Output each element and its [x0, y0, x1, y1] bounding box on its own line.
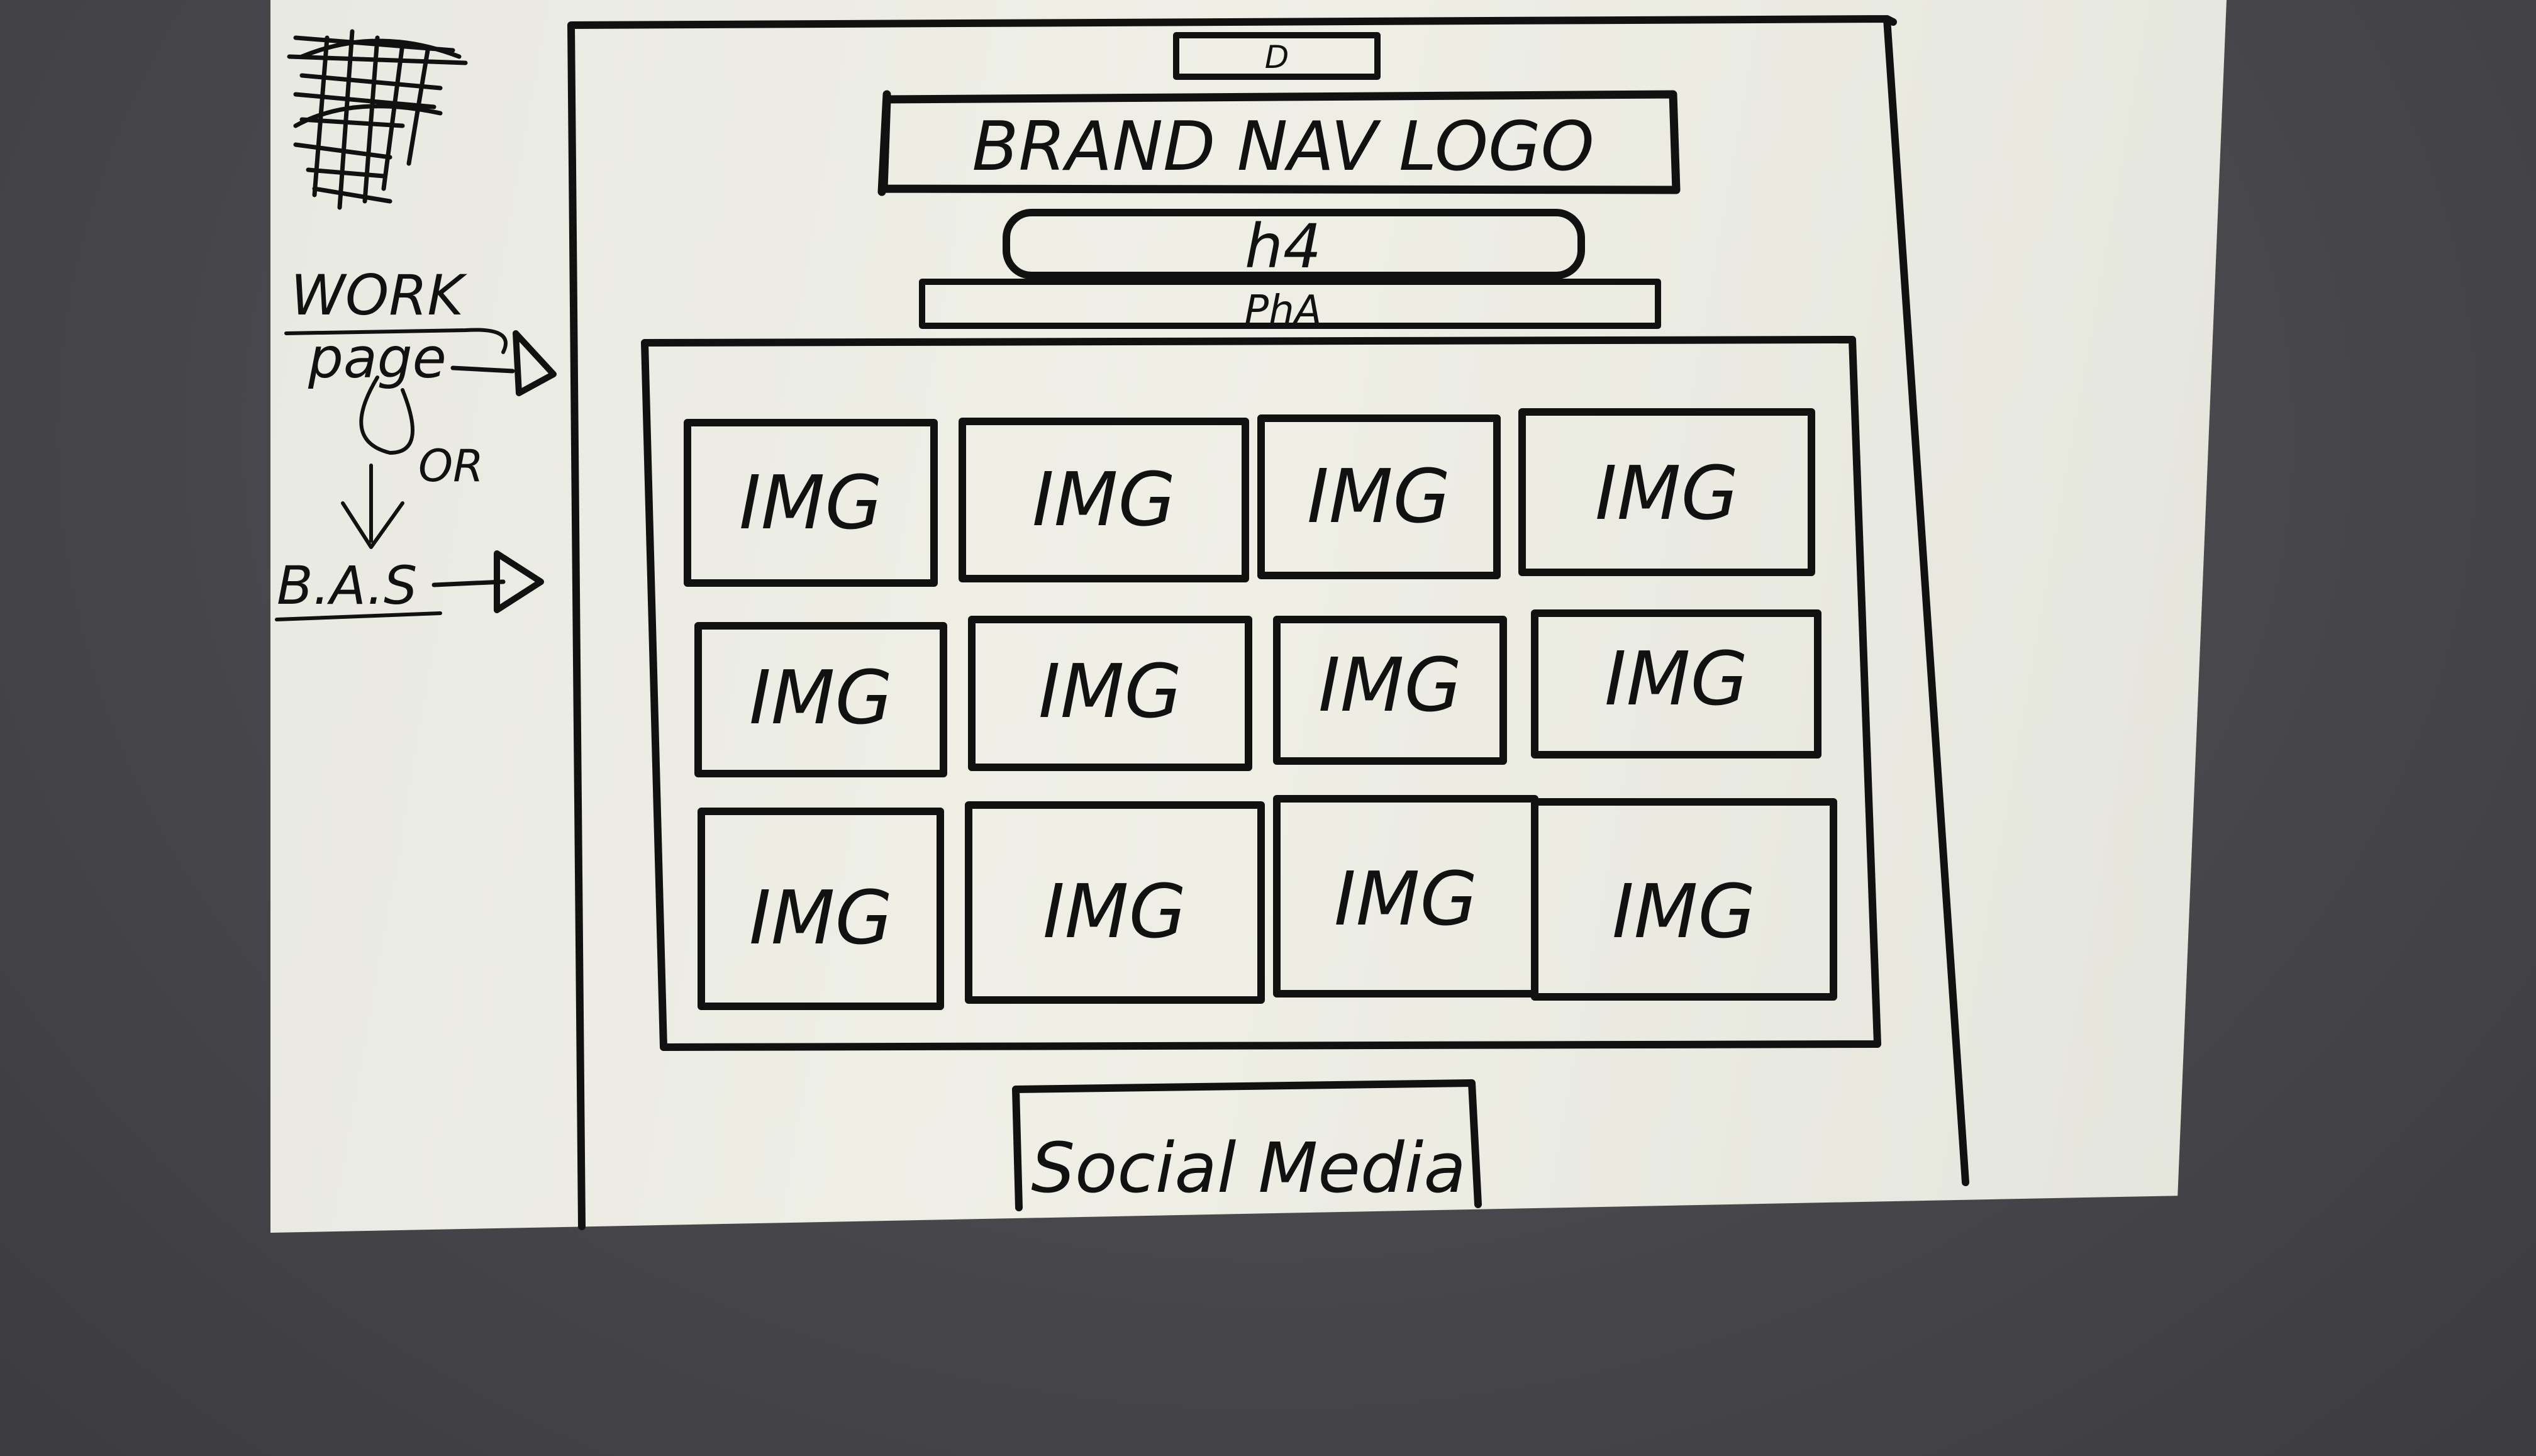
- image-tile-label: IMG: [1032, 456, 1176, 543]
- note-bas: B.A.S: [277, 555, 417, 616]
- wireframe-sketch: WORK page OR B.A.S D BRAND NAV LOGO h4 P…: [275, 15, 1969, 1230]
- top-small-box-label: D: [1265, 39, 1289, 75]
- image-tile-label: IMG: [749, 654, 893, 741]
- paragraph-label: PhA: [1245, 287, 1322, 334]
- side-notes: WORK page OR B.A.S: [275, 263, 557, 621]
- nav-label: BRAND NAV LOGO: [972, 108, 1594, 186]
- footer-label: Social Media: [1031, 1128, 1465, 1208]
- image-tile-label: IMG: [749, 874, 893, 961]
- note-work: WORK: [291, 263, 467, 328]
- image-tile-label: IMG: [1595, 450, 1738, 536]
- image-tile-label: IMG: [1318, 642, 1462, 728]
- photo-background: WORK page OR B.A.S D BRAND NAV LOGO h4 P…: [0, 0, 2536, 1456]
- scribble-mark: [287, 29, 468, 210]
- image-tile-label: IMG: [1612, 868, 1755, 955]
- footer-social-media: Social Media: [1012, 1079, 1482, 1211]
- image-tile-label: IMG: [1604, 635, 1748, 722]
- top-small-box: D: [1173, 32, 1381, 80]
- note-or: OR: [418, 440, 484, 492]
- paragraph-box: PhA: [919, 279, 1661, 334]
- image-tile-label: IMG: [739, 459, 882, 546]
- gallery-grid: IMG IMG IMG IMG IMG IMG IMG IMG IMG IMG …: [684, 408, 1837, 1010]
- image-tile-label: IMG: [1307, 453, 1450, 540]
- nav-bar: BRAND NAV LOGO: [877, 90, 1681, 196]
- image-tile-label: IMG: [1043, 868, 1186, 955]
- heading-label: h4: [1245, 211, 1321, 282]
- image-tile-label: IMG: [1334, 855, 1477, 942]
- heading-box: h4: [1003, 209, 1585, 282]
- image-tile-label: IMG: [1038, 648, 1182, 735]
